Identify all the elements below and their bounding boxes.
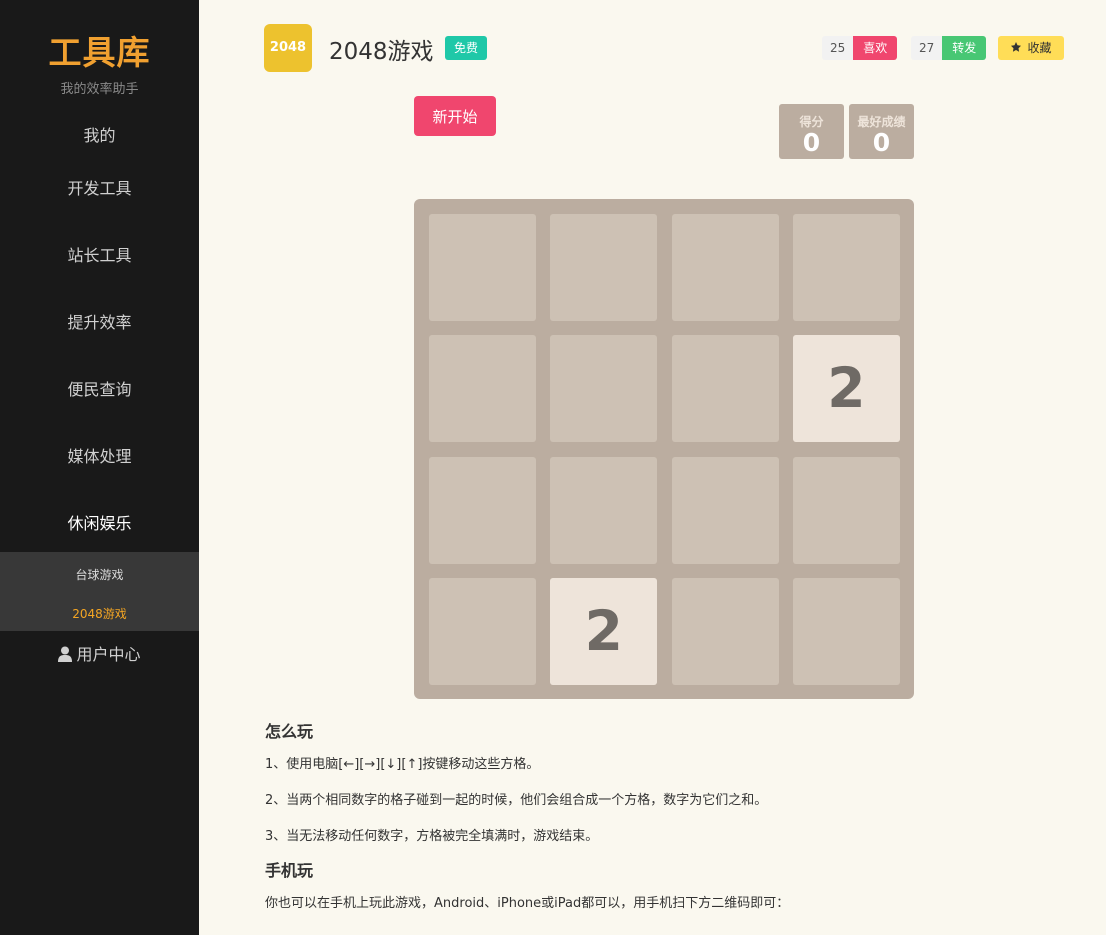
share-button[interactable]: 转发 — [942, 36, 987, 60]
nav-item-media[interactable]: 媒体处理 — [0, 443, 199, 467]
tile-2: 2 — [550, 577, 658, 685]
nav-item-query[interactable]: 便民查询 — [0, 376, 199, 400]
grid-cell — [429, 456, 536, 564]
grid-cell — [429, 214, 536, 321]
nav-item-entertainment[interactable]: 休闲娱乐 — [0, 510, 199, 534]
share-count: 27 — [911, 36, 943, 60]
score-value: 0 — [802, 128, 821, 157]
tile-2: 2 — [792, 335, 900, 443]
nav-item-webmaster-tools[interactable]: 站长工具 — [0, 242, 199, 266]
how-to-play-title: 怎么玩 — [265, 722, 314, 741]
how-to-play-line-3: 3、当无法移动任何数字，方格被完全填满时，游戏结束。 — [265, 829, 599, 844]
user-center-label: 用户中心 — [76, 645, 141, 664]
grid-cell — [792, 577, 900, 685]
grid-cell — [671, 456, 779, 564]
game-board[interactable]: 22 — [414, 199, 914, 699]
grid-cell — [550, 335, 658, 443]
grid-cell — [429, 577, 536, 685]
user-icon — [58, 646, 73, 662]
nav-item-dev-tools[interactable]: 开发工具 — [0, 175, 199, 199]
nav-item-efficiency[interactable]: 提升效率 — [0, 309, 199, 333]
grid-cell — [671, 214, 779, 321]
mobile-play-line: 你也可以在手机上玩此游戏，Android、iPhone或iPad都可以，用手机扫… — [265, 896, 790, 911]
app-icon: 2048 — [264, 24, 312, 72]
sidebar: 工具库 我的效率助手 我的 开发工具 站长工具 提升效率 便民查询 媒体处理 休… — [0, 0, 199, 935]
subnav-entertainment: 台球游戏 2048游戏 — [0, 552, 199, 631]
page-title: 2048游戏 — [329, 39, 434, 65]
free-badge: 免费 — [445, 36, 488, 60]
new-game-button[interactable]: 新开始 — [414, 96, 496, 136]
best-score-value: 0 — [872, 128, 891, 157]
site-slogan: 我的效率助手 — [60, 82, 139, 97]
subnav-item-2048[interactable]: 2048游戏 — [0, 605, 199, 622]
how-to-play-line-1: 1、使用电脑[←][→][↓][↑]按键移动这些方格。 — [265, 757, 540, 772]
star-icon — [1011, 42, 1022, 52]
like-button[interactable]: 喜欢 — [853, 36, 898, 60]
subnav-item-billiards[interactable]: 台球游戏 — [0, 566, 199, 583]
favorite-label: 收藏 — [1027, 41, 1052, 55]
grid-cell — [792, 456, 900, 564]
grid-cell — [550, 214, 658, 321]
grid-cell — [792, 214, 900, 321]
site-logo[interactable]: 工具库 — [0, 26, 199, 74]
best-score-box: 最好成绩 0 — [849, 104, 914, 159]
like-count: 25 — [822, 36, 854, 60]
grid-cell — [550, 456, 658, 564]
grid-cell — [671, 577, 779, 685]
score-box: 得分 0 — [779, 104, 844, 159]
user-center-link[interactable]: 用户中心 — [0, 641, 199, 665]
share-counter[interactable]: 27 转发 — [911, 36, 987, 60]
nav-item-mine[interactable]: 我的 — [0, 122, 199, 146]
mobile-play-title: 手机玩 — [265, 861, 314, 880]
favorite-button[interactable]: 收藏 — [998, 36, 1064, 60]
grid-cell — [429, 335, 536, 443]
how-to-play-line-2: 2、当两个相同数字的格子碰到一起的时候，他们会组合成一个方格，数字为它们之和。 — [265, 793, 768, 808]
like-counter[interactable]: 25 喜欢 — [822, 36, 898, 60]
grid-cell — [671, 335, 779, 443]
